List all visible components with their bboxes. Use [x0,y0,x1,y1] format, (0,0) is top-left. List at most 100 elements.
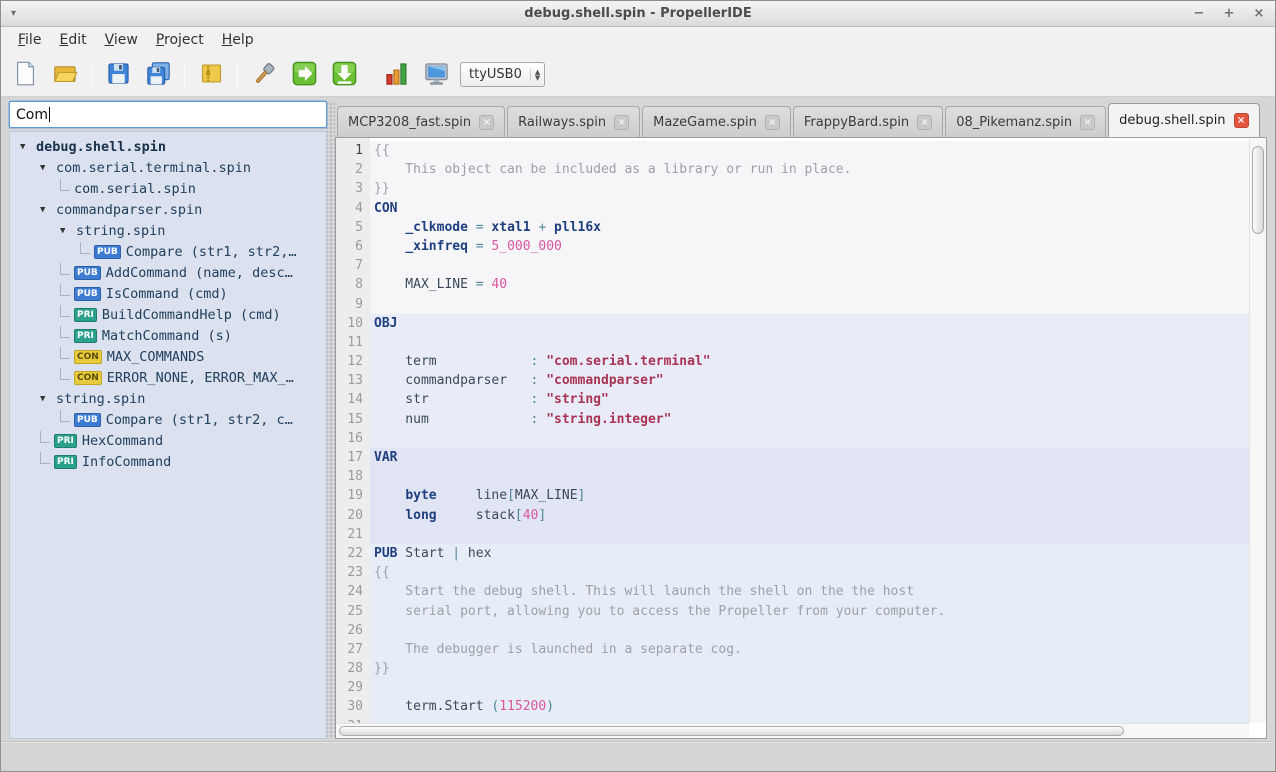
code-line[interactable] [370,332,1249,353]
code-token-text: Start [397,545,453,561]
tab-mazegame-spin[interactable]: MazeGame.spin × [642,106,791,137]
tree-item[interactable]: ▼ debug.shell.spin [10,136,326,157]
panel-splitter[interactable] [327,103,335,737]
tree-item[interactable]: CON ERROR_NONE, ERROR_MAX_… [10,367,326,388]
menu-help[interactable]: Help [213,29,263,51]
code-line[interactable]: num : "string.integer" [370,409,1249,429]
tree-item[interactable]: PUB Compare (str1, str2, c… [10,409,326,430]
serial-port-select[interactable]: ttyUSB0 ▲ ▼ [460,62,546,87]
tree-item[interactable]: PRI MatchCommand (s) [10,325,326,346]
code-line[interactable]: CON [370,198,1249,218]
maximize-button[interactable]: + [1221,6,1237,22]
code-line[interactable]: This object can be included as a library… [370,160,1249,180]
code-area[interactable]: {{ This object can be included as a libr… [370,138,1249,723]
menu-view[interactable]: View [96,29,147,51]
save-all-button[interactable] [140,57,176,93]
tree-item[interactable]: PUB Compare (str1, str2,… [10,241,326,262]
vertical-scrollbar[interactable] [1249,138,1266,723]
code-line[interactable]: _xinfreq = 5_000_000 [370,236,1249,257]
tree-expander-icon[interactable]: ▼ [40,163,51,173]
menu-edit[interactable]: Edit [50,29,95,51]
tab-close-icon[interactable]: × [1080,114,1096,130]
memory-map-monitor-button[interactable] [418,57,454,93]
tab-frappybard-spin[interactable]: FrappyBard.spin × [792,106,944,137]
horizontal-scrollbar[interactable] [336,723,1249,738]
menu-file[interactable]: File [9,29,50,51]
code-line[interactable]: MAX_LINE = 40 [370,275,1249,295]
search-input[interactable]: Com [9,101,327,128]
tab-debug-shell-spin[interactable]: debug.shell.spin × [1108,103,1260,137]
tab-08-pikemanz-spin[interactable]: 08_Pikemanz.spin × [945,106,1107,137]
code-line[interactable]: term : "com.serial.terminal" [370,352,1249,372]
code-line[interactable]: term.Start (115200) [370,697,1249,717]
code-line[interactable]: {{ [370,563,1249,583]
code-line[interactable]: PUB Start | hex [370,543,1249,564]
tree-item-label: InfoCommand [81,453,172,470]
save-button[interactable] [100,57,136,93]
tree-connector [40,451,50,464]
tree-expander-icon[interactable]: ▼ [40,205,51,215]
code-editor[interactable]: 1 2 3 4 5 6 7 8 9 10 11 12 13 14 15 16 17 18 19 20 21 22 23 24 2… [335,137,1267,739]
tree-item-label: AddCommand (name, desc… [105,264,293,281]
open-button[interactable] [47,57,83,93]
tab-close-icon[interactable]: × [614,114,630,130]
code-line[interactable]: serial port, allowing you to access the … [370,601,1249,621]
code-line[interactable]: The debugger is launched in a separate c… [370,639,1249,660]
code-line[interactable]: }} [370,179,1249,199]
line-number: 9 [355,296,363,312]
code-line[interactable] [370,678,1249,698]
tab-close-icon[interactable]: × [479,114,495,130]
code-line[interactable] [370,256,1249,276]
close-button[interactable]: × [1251,6,1267,22]
code-line[interactable] [370,467,1249,487]
build-button[interactable] [246,57,282,93]
tree-item[interactable]: PUB IsCommand (cmd) [10,283,326,304]
tree-item[interactable]: PRI BuildCommandHelp (cmd) [10,304,326,325]
tab-railways-spin[interactable]: Railways.spin × [507,106,641,137]
minimize-button[interactable]: − [1191,6,1207,22]
tree-expander-icon[interactable]: ▼ [40,394,51,404]
tree-item[interactable]: CON MAX_COMMANDS [10,346,326,367]
tree-item[interactable]: com.serial.spin [10,178,326,199]
code-line[interactable] [370,294,1249,314]
tab-close-icon[interactable]: × [917,114,933,130]
tree-item[interactable]: PUB AddCommand (name, desc… [10,262,326,283]
download-button[interactable] [326,57,362,93]
menu-project[interactable]: Project [147,29,213,51]
tree-item[interactable]: ▼ com.serial.terminal.spin [10,157,326,178]
tree-expander-icon[interactable]: ▼ [20,142,31,152]
code-line[interactable]: Start the debug shell. This will launch … [370,582,1249,602]
serial-terminal-chart-button[interactable] [378,57,414,93]
tree-item[interactable]: ▼ string.spin [10,388,326,409]
code-line[interactable] [370,524,1249,544]
tab-mcp3208-fast-spin[interactable]: MCP3208_fast.spin × [337,106,506,137]
spinner-arrows-icon[interactable]: ▲ ▼ [529,68,540,81]
code-line[interactable]: long stack[40] [370,505,1249,525]
tree-expander-icon[interactable]: ▼ [60,226,71,236]
code-line[interactable] [370,620,1249,640]
tree-item[interactable]: PRI HexCommand [10,430,326,451]
new-file-button[interactable] [7,57,43,93]
code-line[interactable]: commandparser : "commandparser" [370,371,1249,391]
code-line[interactable]: }} [370,659,1249,679]
tree-item[interactable]: PRI InfoCommand [10,451,326,472]
archive-project-button[interactable] [193,57,229,93]
title-bar[interactable]: ▾ debug.shell.spin - PropellerIDE − + × [1,1,1275,27]
toolbar-separator [184,61,185,88]
vertical-scrollbar-thumb[interactable] [1252,146,1264,234]
code-line[interactable]: str : "string" [370,390,1249,410]
code-line[interactable] [370,428,1249,448]
code-line[interactable]: OBJ [370,313,1249,333]
tab-close-icon[interactable]: × [1233,113,1249,128]
code-line[interactable]: byte line[MAX_LINE] [370,486,1249,506]
horizontal-scrollbar-thumb[interactable] [339,726,1125,736]
tab-close-icon[interactable]: × [764,114,780,130]
tree-item[interactable]: ▼ string.spin [10,220,326,241]
code-line[interactable]: VAR [370,448,1249,468]
code-line[interactable]: _clkmode = xtal1 + pll16x [370,217,1249,237]
code-line[interactable]: {{ [370,141,1249,161]
tree-item[interactable]: ▼ commandparser.spin [10,199,326,220]
run-button[interactable] [286,57,322,93]
window-menu-icon[interactable]: ▾ [11,8,16,19]
serial-port-value: ttyUSB0 [469,67,522,82]
